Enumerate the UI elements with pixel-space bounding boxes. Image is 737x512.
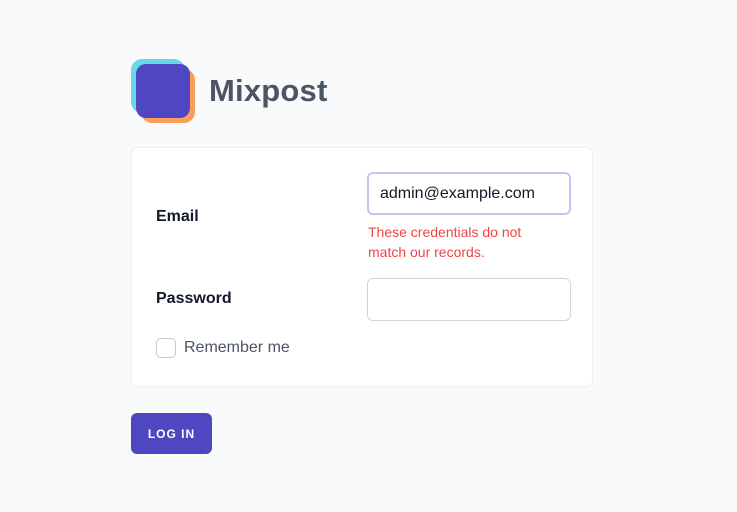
remember-me-checkbox[interactable] <box>156 338 176 358</box>
password-input[interactable] <box>367 278 571 321</box>
login-card: Email These credentials do not match our… <box>131 147 593 387</box>
logo-mark-icon <box>131 59 195 123</box>
email-label: Email <box>156 208 199 225</box>
login-button[interactable]: LOG IN <box>131 413 212 454</box>
email-input[interactable] <box>367 172 571 215</box>
password-label: Password <box>156 290 232 307</box>
logo-text: Mixpost <box>209 73 328 108</box>
app-logo: Mixpost <box>131 59 328 123</box>
remember-me-label[interactable]: Remember me <box>184 339 290 357</box>
email-error-message: These credentials do not match our recor… <box>368 224 522 260</box>
